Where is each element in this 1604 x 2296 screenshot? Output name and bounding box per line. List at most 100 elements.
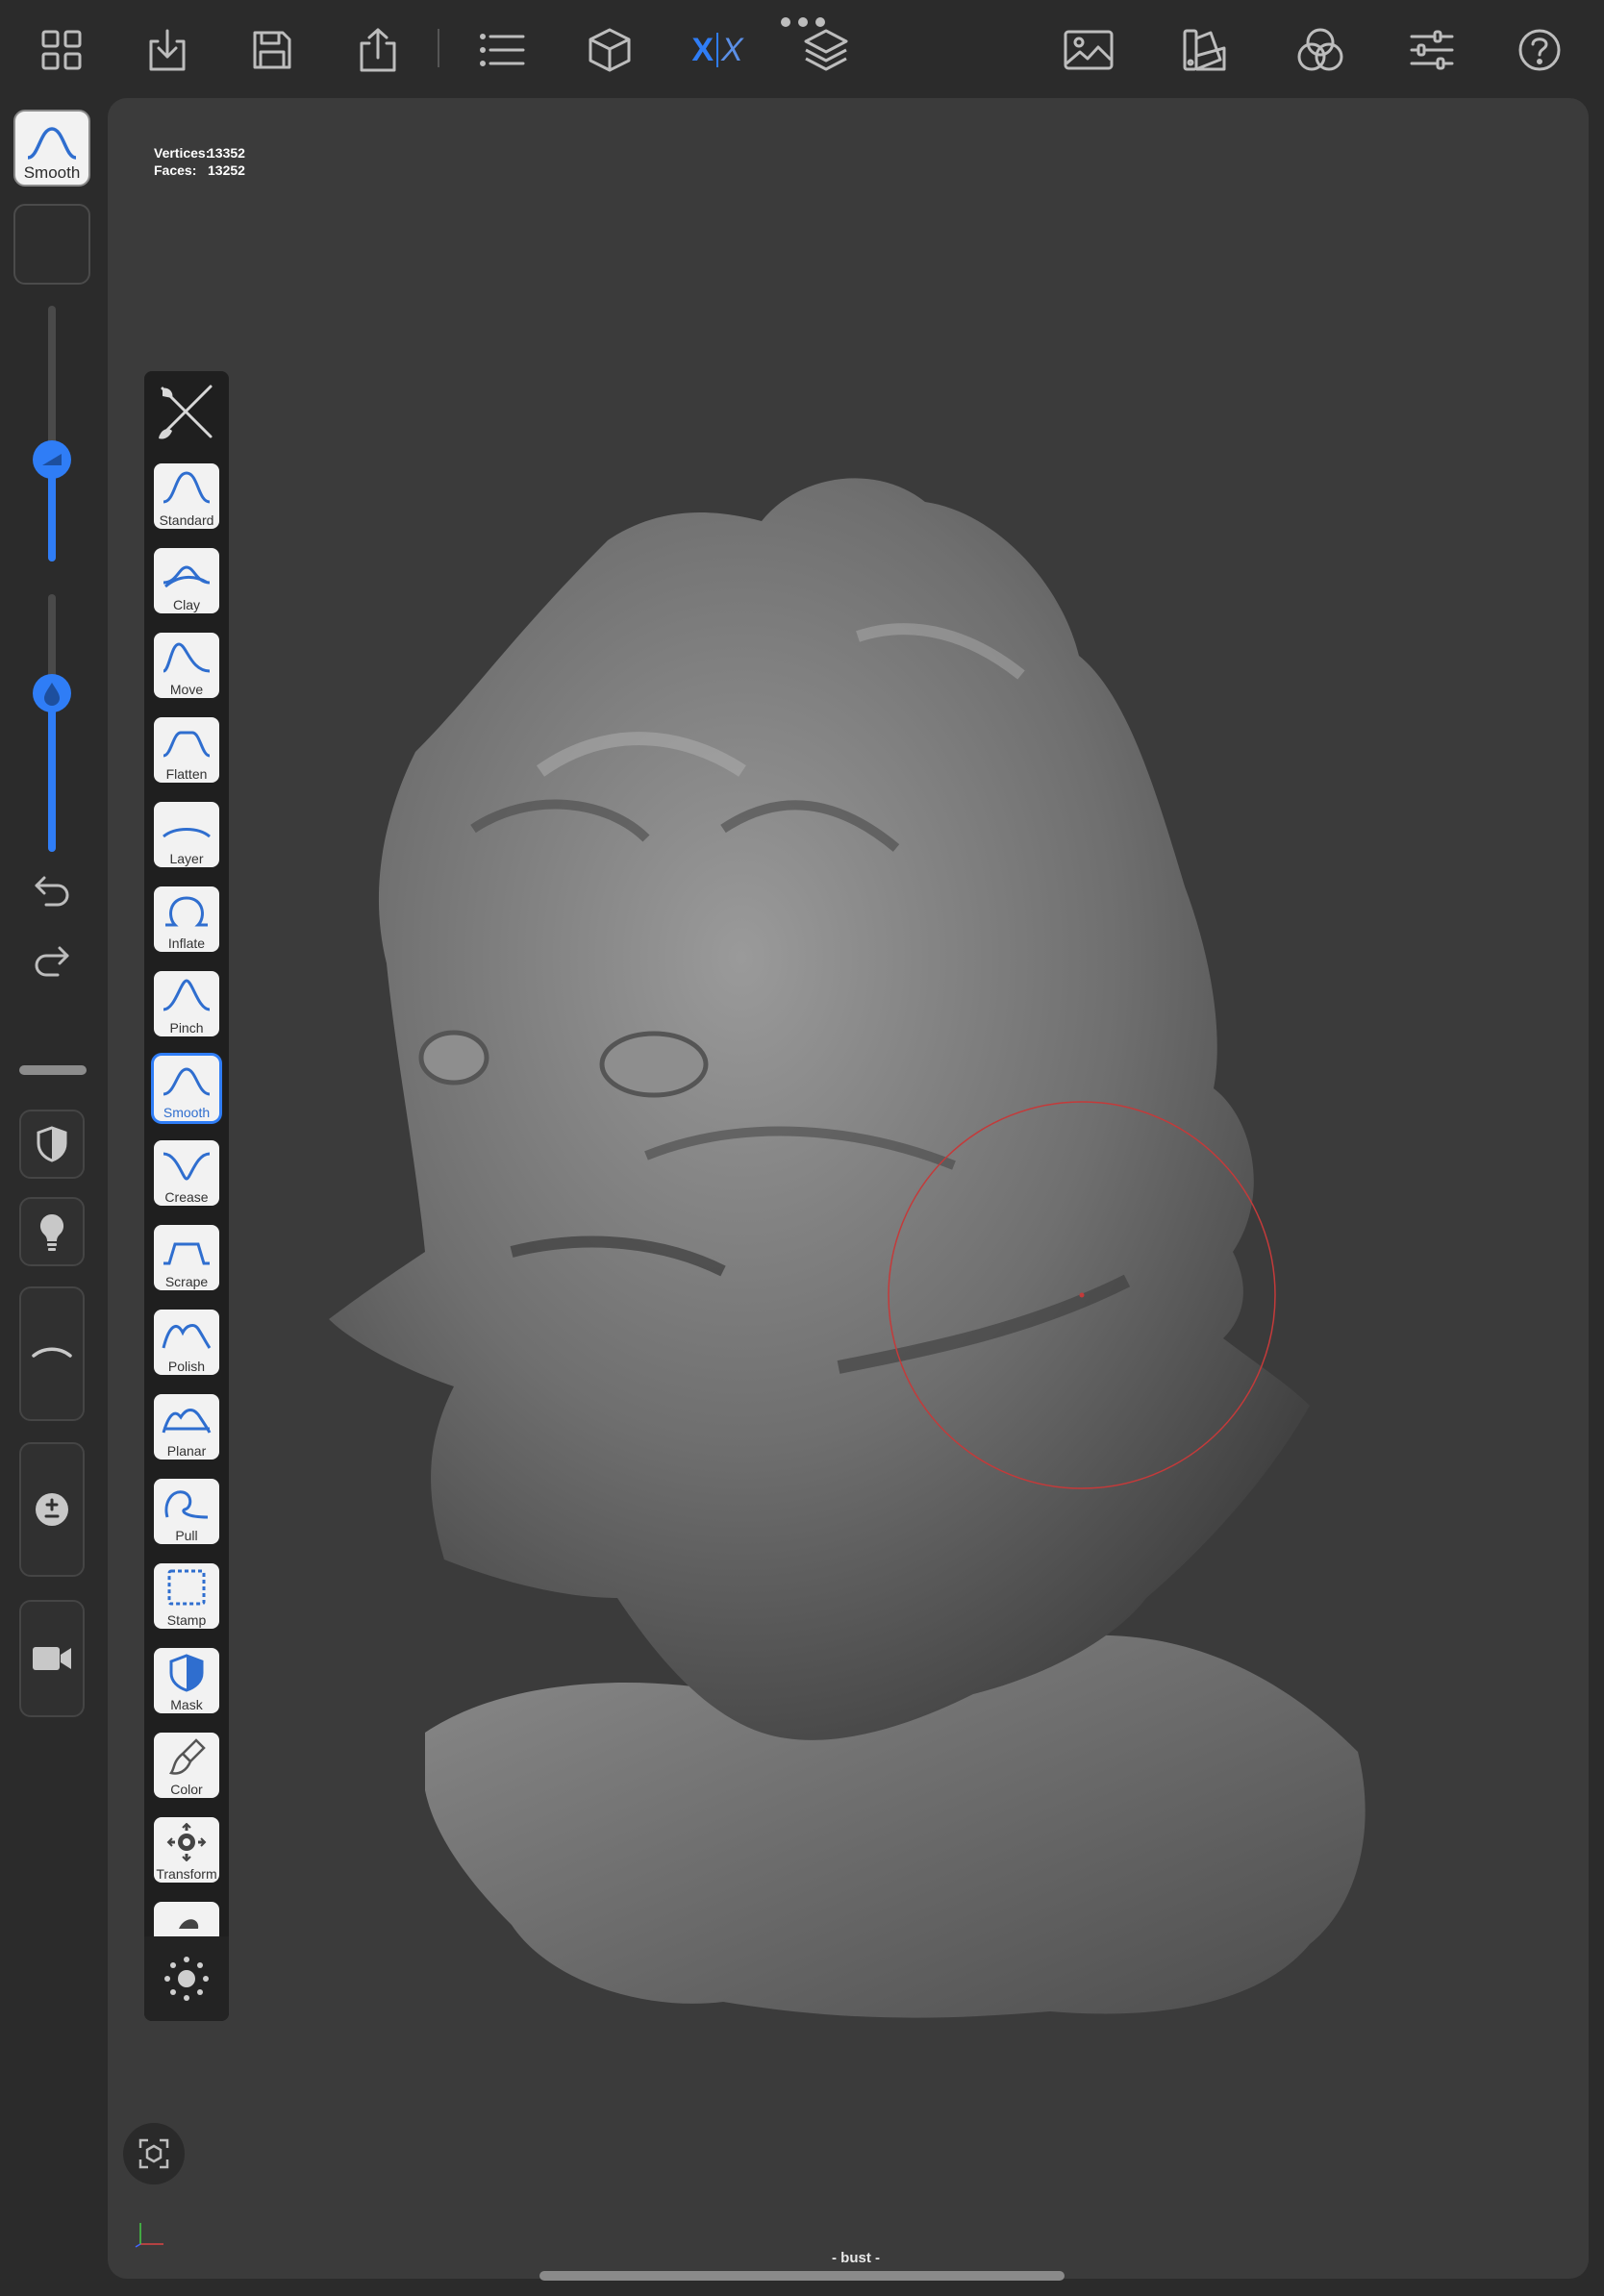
home-indicator[interactable]	[539, 2271, 1065, 2281]
scrape-curve-icon	[163, 1242, 210, 1265]
wave-line-icon	[32, 1347, 72, 1358]
camera-button[interactable]	[19, 1600, 85, 1717]
layers-icon[interactable]	[797, 21, 855, 79]
inflate-curve-icon	[165, 896, 208, 927]
add-subtract-button[interactable]	[19, 1442, 85, 1577]
focus-frame-icon	[138, 2138, 169, 2169]
brush-label: Inflate	[167, 936, 206, 951]
brush-layer[interactable]: Layer	[154, 802, 219, 867]
brush-clay[interactable]: Clay	[154, 548, 219, 613]
current-tool-button[interactable]: Smooth	[13, 110, 90, 187]
cube-icon[interactable]	[581, 21, 639, 79]
brush-polish[interactable]: Polish	[154, 1310, 219, 1375]
toolbar-separator	[438, 29, 439, 67]
brush-planar[interactable]: Planar	[154, 1394, 219, 1460]
brush-label: Pinch	[169, 1020, 204, 1036]
frame-camera-button[interactable]	[123, 2123, 185, 2184]
polish-curve-icon	[162, 1324, 212, 1349]
pinch-curve-icon	[163, 979, 211, 1011]
panel-drag-handle[interactable]	[19, 1065, 87, 1075]
brush-label: Mask	[170, 1697, 203, 1712]
dotted-circle-icon	[164, 1957, 209, 2001]
tools-toggle-button[interactable]	[144, 371, 229, 454]
materials-icon[interactable]	[1291, 21, 1349, 79]
undo-icon[interactable]	[29, 870, 75, 912]
brush-pull[interactable]: Pull	[154, 1479, 219, 1544]
intensity-slider-fill	[48, 692, 56, 852]
redo-icon[interactable]	[29, 940, 75, 983]
symmetry-icon[interactable]: X X	[689, 21, 746, 79]
brush-transform[interactable]: Transform	[154, 1817, 219, 1883]
brush-inflate[interactable]: Inflate	[154, 886, 219, 952]
save-icon[interactable]	[243, 21, 301, 79]
grid-icon[interactable]	[33, 21, 90, 79]
brush-label: Standard	[159, 512, 214, 528]
planar-curve-icon	[162, 1409, 212, 1434]
settings-sliders-icon[interactable]	[1403, 21, 1461, 79]
stroke-curve-button[interactable]	[19, 1286, 85, 1421]
radius-slider-knob[interactable]	[33, 440, 71, 479]
brush-mask[interactable]: Mask	[154, 1648, 219, 1713]
plus-minus-icon	[36, 1493, 68, 1526]
3d-viewport[interactable]: Vertices:13352 Faces: 13252	[108, 98, 1589, 2279]
mask-shield-button[interactable]	[19, 1110, 85, 1179]
secondary-tool-slot[interactable]	[13, 204, 90, 285]
video-camera-icon	[33, 1647, 71, 1670]
lighting-button[interactable]	[19, 1197, 85, 1266]
brush-cross-icon	[159, 385, 213, 439]
stamp-icon	[167, 1569, 206, 1606]
brush-move[interactable]: Move	[154, 633, 219, 698]
palette-settings-button[interactable]	[144, 1936, 229, 2021]
brush-palette: Standard Clay Move Flatten Layer Inflate Pinch…	[144, 371, 229, 2021]
brush-label: Flatten	[165, 766, 208, 782]
standard-curve-icon	[163, 471, 211, 504]
brush-stamp[interactable]: Stamp	[154, 1563, 219, 1629]
symmetry-label-left: X	[691, 31, 714, 68]
object-name-label: - bust -	[832, 2250, 880, 2266]
crease-curve-icon	[163, 1152, 211, 1181]
brush-label: Pull	[175, 1528, 198, 1543]
current-tool-label: Smooth	[23, 163, 81, 182]
smooth-curve-icon	[163, 1067, 211, 1096]
brush-flatten[interactable]: Flatten	[154, 717, 219, 783]
symmetry-divider	[716, 33, 718, 67]
transform-icon	[166, 1823, 207, 1861]
brush-label: Layer	[169, 851, 204, 866]
brush-label: Color	[170, 1782, 203, 1797]
brush-label: Clay	[172, 597, 200, 612]
move-curve-icon	[163, 642, 211, 673]
intensity-slider[interactable]	[33, 594, 71, 852]
clay-curve-icon	[163, 565, 211, 588]
brush-label: Polish	[167, 1359, 206, 1374]
brush-label: Planar	[166, 1443, 207, 1459]
brush-label: Crease	[164, 1189, 209, 1205]
brush-label: Smooth	[163, 1105, 211, 1120]
brush-label: Stamp	[166, 1612, 207, 1628]
share-icon[interactable]	[349, 21, 407, 79]
axis-gizmo-icon	[135, 2223, 163, 2248]
shield-icon	[37, 1126, 67, 1162]
palette-icon[interactable]	[1175, 21, 1233, 79]
top-toolbar: X X	[0, 0, 1604, 96]
list-icon[interactable]	[473, 21, 531, 79]
sculpted-bust-model[interactable]	[108, 98, 1589, 2279]
intensity-slider-knob[interactable]	[33, 674, 71, 712]
brush-pinch[interactable]: Pinch	[154, 971, 219, 1036]
brush-standard[interactable]: Standard	[154, 463, 219, 529]
mask-icon	[169, 1654, 204, 1692]
image-icon[interactable]	[1060, 21, 1117, 79]
brush-smooth[interactable]: Smooth	[154, 1056, 219, 1121]
radius-slider[interactable]	[33, 306, 71, 562]
brush-color[interactable]: Color	[154, 1733, 219, 1798]
brush-crease[interactable]: Crease	[154, 1140, 219, 1206]
brush-label: Scrape	[164, 1274, 209, 1289]
brush-scrape[interactable]: Scrape	[154, 1225, 219, 1290]
smooth-curve-icon	[27, 127, 77, 160]
pull-curve-icon	[164, 1490, 209, 1519]
help-icon[interactable]	[1511, 21, 1568, 79]
symmetry-label-right: X	[721, 31, 743, 68]
flatten-curve-icon	[163, 731, 211, 758]
lightbulb-icon	[39, 1213, 64, 1251]
color-brush-icon	[168, 1738, 206, 1775]
download-icon[interactable]	[138, 21, 196, 79]
